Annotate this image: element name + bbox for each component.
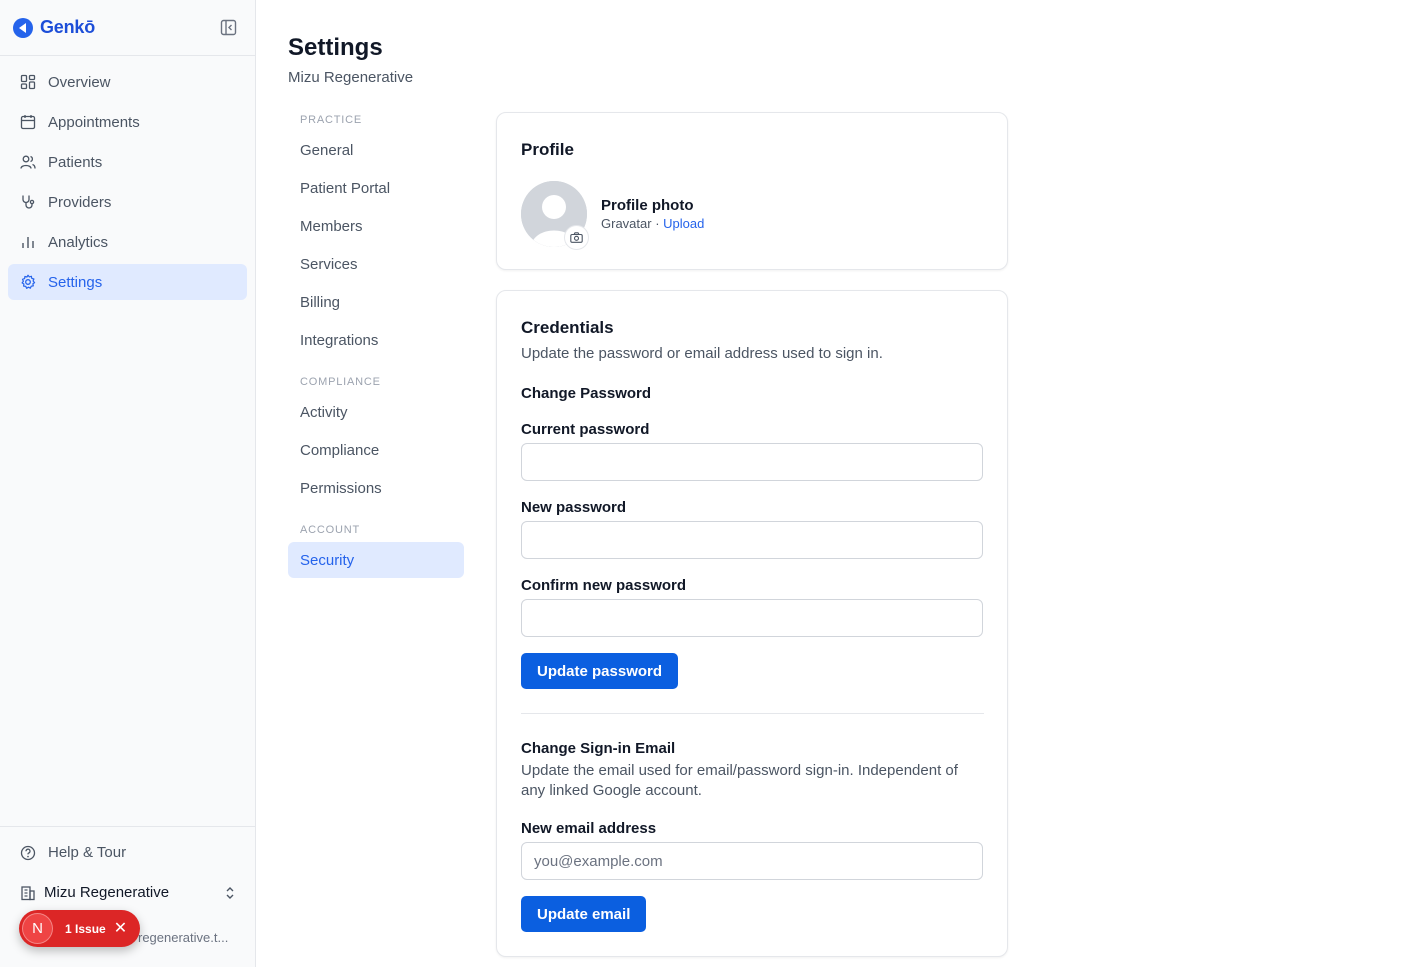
change-email-heading: Change Sign-in Email	[521, 740, 676, 757]
settings-nav-general[interactable]: General	[288, 132, 464, 168]
new-email-label: New email address	[521, 820, 657, 837]
settings-nav-security[interactable]: Security	[288, 542, 464, 578]
sidebar-nav: Overview Appointments Patients Providers…	[8, 64, 247, 304]
org-switcher[interactable]: Mizu Regenerative	[20, 884, 236, 901]
sidebar-item-appointments[interactable]: Appointments	[8, 104, 247, 140]
profile-title: Profile	[521, 140, 574, 159]
stethoscope-icon	[20, 194, 36, 210]
issue-avatar: N	[22, 913, 53, 944]
help-circle-icon	[20, 845, 36, 861]
settings-nav: PRACTICE General Patient Portal Members …	[288, 108, 464, 580]
settings-nav-activity[interactable]: Activity	[288, 394, 464, 430]
sidebar-item-label: Analytics	[48, 233, 109, 251]
brand-name[interactable]: Genkō	[40, 17, 95, 38]
chevron-up-down-icon	[224, 885, 236, 905]
logo-icon	[13, 18, 33, 38]
users-icon	[20, 154, 36, 170]
new-email-input[interactable]	[521, 842, 983, 880]
page-subtitle: Mizu Regenerative	[288, 69, 414, 86]
current-password-input[interactable]	[521, 443, 983, 481]
credentials-description: Update the password or email address use…	[521, 345, 883, 362]
update-password-button[interactable]: Update password	[521, 653, 679, 689]
grid-icon	[20, 74, 36, 90]
page-title: Settings	[288, 34, 383, 61]
sidebar-item-settings[interactable]: Settings	[8, 264, 247, 300]
issue-badge[interactable]: N 1 Issue ✕	[19, 910, 140, 947]
current-password-label: Current password	[521, 421, 650, 438]
gear-icon	[20, 274, 36, 290]
confirm-password-label: Confirm new password	[521, 577, 687, 594]
settings-nav-services[interactable]: Services	[288, 246, 464, 282]
divider	[521, 713, 984, 714]
settings-nav-billing[interactable]: Billing	[288, 284, 464, 320]
profile-photo-source: Gravatar · Upload	[601, 216, 704, 231]
section-label-practice: PRACTICE	[300, 114, 363, 126]
camera-icon[interactable]	[564, 225, 589, 250]
sidebar-item-analytics[interactable]: Analytics	[8, 224, 247, 260]
sidebar-item-label: Appointments	[48, 113, 140, 131]
sidebar-item-label: Overview	[48, 73, 111, 91]
new-password-label: New password	[521, 499, 627, 516]
new-password-input[interactable]	[521, 521, 983, 559]
issue-count[interactable]: 1 Issue	[65, 922, 106, 936]
confirm-password-input[interactable]	[521, 599, 983, 637]
sidebar-item-providers[interactable]: Providers	[8, 184, 247, 220]
sidebar-item-label: Settings	[48, 273, 103, 291]
settings-nav-members[interactable]: Members	[288, 208, 464, 244]
profile-card: Profile Profile photo Gravatar · Upload	[496, 112, 1008, 270]
section-label-compliance: COMPLIANCE	[300, 376, 381, 388]
help-tour-label: Help & Tour	[48, 844, 127, 861]
sidebar-item-patients[interactable]: Patients	[8, 144, 247, 180]
settings-nav-compliance[interactable]: Compliance	[288, 432, 464, 468]
section-label-account: ACCOUNT	[300, 524, 360, 536]
credentials-title: Credentials	[521, 318, 614, 337]
separator: ·	[651, 216, 664, 231]
change-email-description: Update the email used for email/password…	[521, 762, 958, 799]
close-icon[interactable]: ✕	[114, 920, 127, 937]
settings-nav-patient-portal[interactable]: Patient Portal	[288, 170, 464, 206]
user-email[interactable]: regenerative.t...	[138, 930, 228, 945]
gravatar-label: Gravatar	[601, 216, 652, 231]
building-icon	[20, 885, 36, 901]
help-tour-link[interactable]: Help & Tour	[20, 844, 126, 861]
sidebar-collapse-icon[interactable]	[220, 19, 237, 36]
org-name: Mizu Regenerative	[44, 884, 170, 901]
credentials-card: Credentials Update the password or email…	[496, 290, 1008, 957]
sidebar-item-label: Patients	[48, 153, 103, 171]
calendar-icon	[20, 114, 36, 130]
sidebar-item-overview[interactable]: Overview	[8, 64, 247, 100]
settings-nav-integrations[interactable]: Integrations	[288, 322, 464, 358]
profile-photo-title: Profile photo	[601, 197, 694, 214]
change-password-heading: Change Password	[521, 385, 652, 402]
update-email-button[interactable]: Update email	[521, 896, 647, 932]
settings-nav-permissions[interactable]: Permissions	[288, 470, 464, 506]
brand-header: Genkō	[0, 0, 255, 56]
bar-chart-icon	[20, 234, 36, 250]
sidebar: Genkō Overview Appointments Patients Pro…	[0, 0, 256, 967]
upload-link[interactable]: Upload	[663, 216, 704, 231]
sidebar-item-label: Providers	[48, 193, 112, 211]
